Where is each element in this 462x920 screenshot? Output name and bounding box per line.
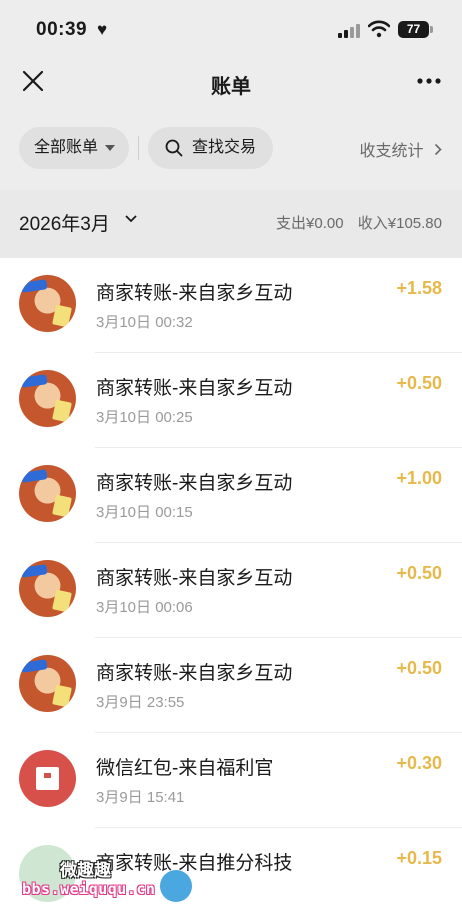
transaction-time: 3月10日 00:32 [96, 314, 193, 331]
transaction-title: 商家转账-来自家乡互动 [96, 568, 293, 589]
heart-icon: ♥ [97, 20, 108, 39]
list-item[interactable]: 商家转账-来自家乡互动 3月10日 00:32 +1.58 [0, 258, 462, 353]
transaction-amount: +1.58 [396, 278, 442, 298]
month-selector[interactable]: 2026年3月 [19, 209, 110, 236]
transaction-time: 3月10日 00:06 [96, 599, 193, 616]
transaction-title: 商家转账-来自家乡互动 [96, 283, 293, 304]
wifi-icon [368, 20, 390, 38]
caret-down-icon [105, 145, 115, 151]
more-icon[interactable] [416, 70, 442, 92]
month-summary-row: 2026年3月 支出¥0.00 收入¥105.80 [0, 190, 462, 258]
page-title: 账单 [211, 76, 251, 98]
transaction-title: 微信红包-来自福利官 [96, 758, 274, 779]
transaction-amount: +0.50 [396, 563, 442, 583]
watermark-logo-icon [160, 870, 192, 902]
game-avatar-icon [19, 275, 76, 332]
game-avatar-icon [19, 560, 76, 617]
search-icon [165, 139, 183, 157]
watermark-url: bbs.weiququ.cn [22, 880, 156, 898]
all-bills-dropdown[interactable]: 全部账单 [19, 127, 129, 169]
list-item[interactable]: 商家转账-来自家乡互动 3月9日 23:55 +0.50 [0, 638, 462, 733]
battery-tip [430, 26, 433, 33]
filter-divider [138, 136, 139, 160]
expense-total: 支出¥0.00 [276, 215, 344, 232]
watermark-title: 微趣趣 [60, 861, 111, 880]
transaction-time: 3月9日 15:41 [96, 789, 185, 806]
transaction-time: 3月9日 23:55 [96, 694, 185, 711]
all-bills-label: 全部账单 [34, 139, 99, 156]
stats-label: 收支统计 [359, 143, 424, 160]
game-avatar-icon [19, 655, 76, 712]
list-item[interactable]: 微信红包-来自福利官 3月9日 15:41 +0.30 [0, 733, 462, 828]
transaction-title: 商家转账-来自家乡互动 [96, 663, 293, 684]
transaction-amount: +0.15 [396, 848, 442, 868]
list-item[interactable]: 商家转账-来自家乡互动 3月10日 00:25 +0.50 [0, 353, 462, 448]
income-total: 收入¥105.80 [357, 215, 442, 232]
transaction-amount: +0.30 [396, 753, 442, 773]
cellular-signal-icon [338, 24, 360, 38]
search-transactions-button[interactable]: 查找交易 [148, 127, 273, 169]
transaction-amount: +0.50 [396, 658, 442, 678]
month-totals: 支出¥0.00 收入¥105.80 [276, 212, 442, 233]
transaction-title: 商家转账-来自家乡互动 [96, 378, 293, 399]
battery-icon: 77 [398, 21, 429, 38]
chevron-right-icon [434, 143, 442, 156]
transaction-amount: +1.00 [396, 468, 442, 488]
game-avatar-icon [19, 370, 76, 427]
transaction-amount: +0.50 [396, 373, 442, 393]
red-packet-icon [19, 750, 76, 807]
income-expense-stats-link[interactable]: 收支统计 [360, 137, 442, 161]
transaction-list: 商家转账-来自家乡互动 3月10日 00:32 +1.58 商家转账-来自家乡互… [0, 258, 462, 920]
transaction-time: 3月10日 00:15 [96, 504, 193, 521]
list-item[interactable]: 商家转账-来自家乡互动 3月10日 00:15 +1.00 [0, 448, 462, 543]
status-bar: 00:39 ♥ 77 [0, 0, 462, 60]
transaction-time: 3月10日 00:25 [96, 409, 193, 426]
transaction-title: 商家转账-来自家乡互动 [96, 473, 293, 494]
chevron-down-icon[interactable] [124, 214, 138, 224]
watermark: 微趣趣 bbs.weiququ.cn [22, 856, 197, 906]
status-time: 00:39 [36, 19, 88, 40]
game-avatar-icon [19, 465, 76, 522]
search-label: 查找交易 [192, 139, 257, 156]
list-item[interactable]: 商家转账-来自家乡互动 3月10日 00:06 +0.50 [0, 543, 462, 638]
